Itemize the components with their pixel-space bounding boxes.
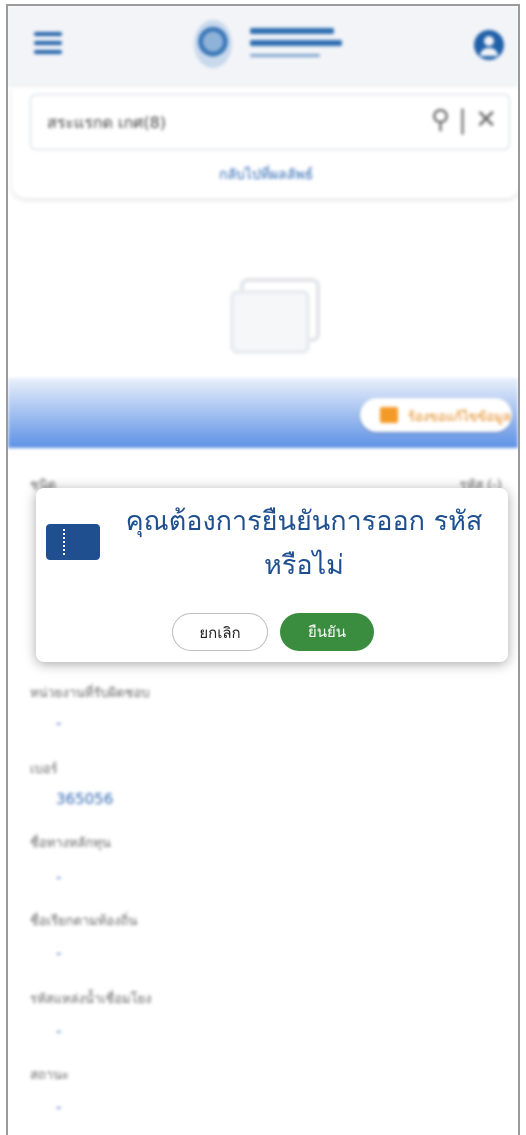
field-label: ชื่อเรียกตามท้องถิ่น	[30, 914, 138, 929]
menu-icon[interactable]	[34, 32, 62, 54]
request-edit-label: ร้องขอแก้ไขข้อมูล	[408, 410, 511, 425]
field-value: -	[56, 1022, 62, 1040]
field-label: ชื่อทางหลักทุน	[30, 836, 111, 851]
close-icon[interactable]: ✕	[475, 105, 497, 135]
app-header	[8, 6, 518, 84]
ticket-icon	[46, 524, 100, 560]
field-label: รหัสแหล่งน้ำเชื่อมโยง	[30, 992, 152, 1007]
search-actions: ⚲ | ✕	[431, 105, 497, 135]
search-input-value: สระแรกด เกศ(8)	[47, 113, 166, 132]
dialog-message: คุณต้องการยืนยันการออก รหัสหรือไม่	[125, 506, 483, 581]
app-frame: สระแรกด เกศ(8) ⚲ | ✕ กลับไปที่ผลลัพธ์ ร้…	[6, 4, 520, 1135]
field-value: 365056	[56, 790, 114, 808]
request-edit-button[interactable]: ร้องขอแก้ไขข้อมูล	[360, 398, 512, 432]
back-to-results-link[interactable]: กลับไปที่ผลลัพธ์	[12, 164, 518, 186]
field-value: -	[56, 1098, 62, 1116]
search-input[interactable]: สระแรกด เกศ(8) ⚲ | ✕	[30, 94, 510, 150]
confirm-dialog: คุณต้องการยืนยันการออก รหัสหรือไม่ ยกเลิ…	[36, 488, 508, 662]
agency-logo	[194, 18, 364, 74]
edit-icon	[380, 407, 398, 423]
cancel-button[interactable]: ยกเลิก	[172, 613, 268, 651]
confirm-button[interactable]: ยืนยัน	[280, 613, 374, 651]
search-icon[interactable]: ⚲	[431, 105, 450, 135]
search-separator: |	[458, 105, 467, 135]
user-avatar-icon[interactable]	[474, 30, 504, 60]
field-label: สถานะ	[30, 1068, 69, 1083]
field-label: เบอร์	[30, 762, 58, 777]
field-value: -	[56, 868, 62, 886]
field-value: -	[56, 944, 62, 962]
image-placeholder-icon	[230, 278, 320, 354]
field-value: -	[56, 714, 62, 732]
search-card: สระแรกด เกศ(8) ⚲ | ✕ กลับไปที่ผลลัพธ์	[12, 88, 518, 198]
field-label: หน่วยงานที่รับผิดชอบ	[30, 686, 150, 701]
